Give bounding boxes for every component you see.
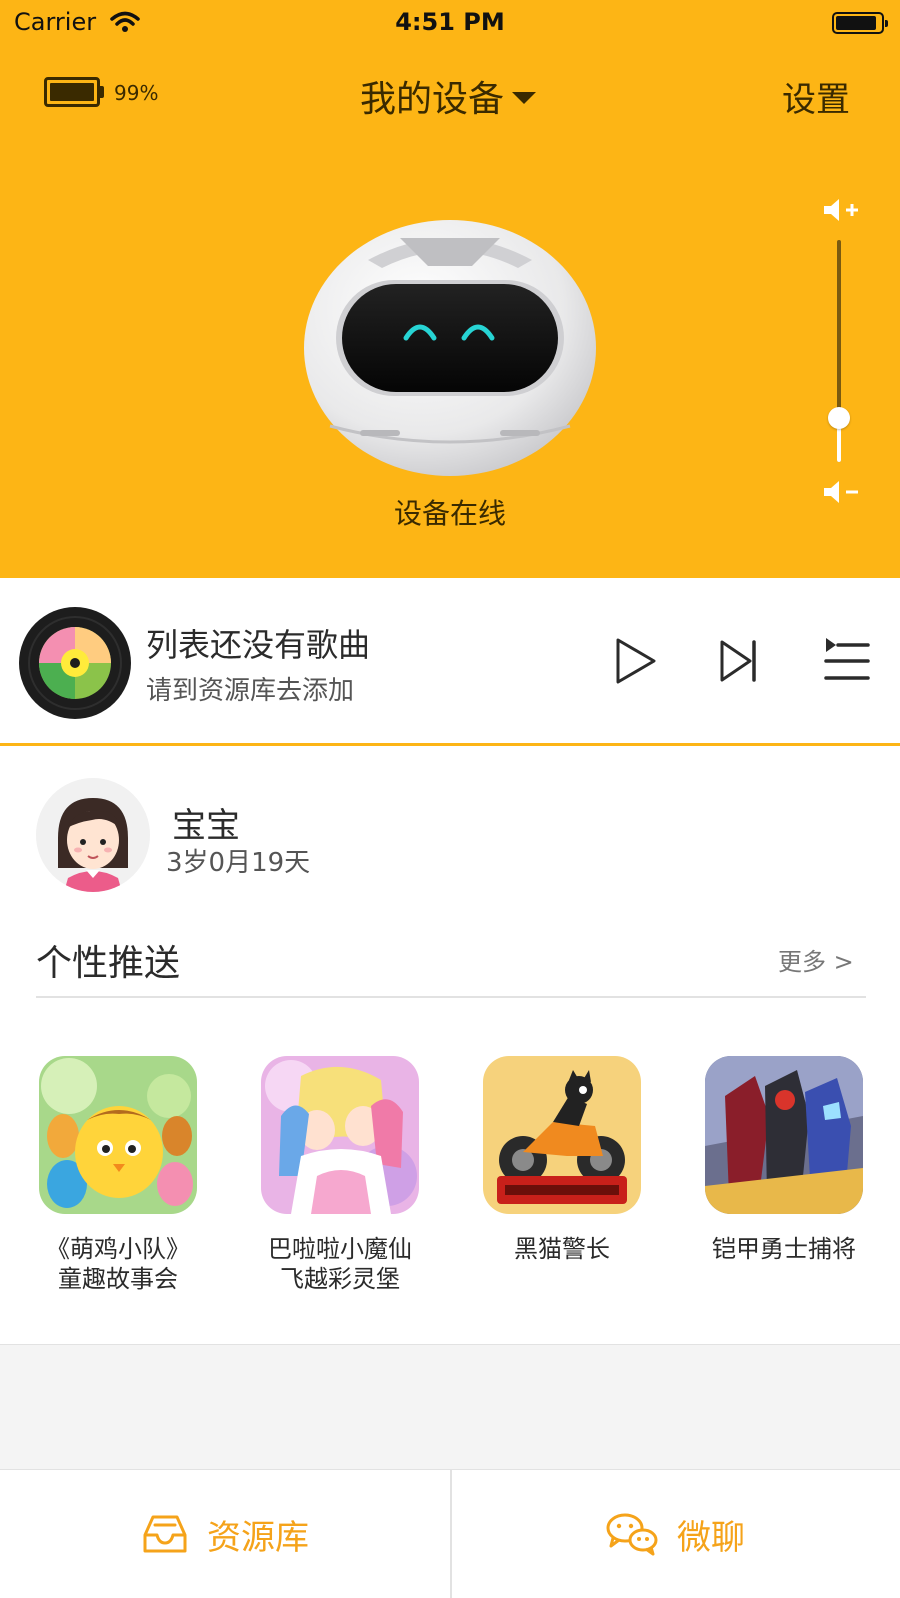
cover-image-armor-heroes [705,1056,863,1214]
player-subtitle: 请到资源库去添加 [146,676,355,706]
cover-image-chicks [39,1056,197,1214]
nav-bar: 99% 我的设备 设置 [0,60,900,126]
recommend-card-2[interactable]: 巴啦啦小魔仙 飞越彩灵堡 [250,1056,430,1294]
playlist-icon[interactable] [814,628,874,694]
cover-image-magic-fairy [261,1056,419,1214]
recommend-card-4[interactable]: 铠甲勇士捕将 [694,1056,874,1264]
recommend-card-1[interactable]: 《萌鸡小队》 童趣故事会 [28,1056,208,1294]
device-battery-icon [44,77,100,107]
tab-resource-library[interactable]: 资源库 [0,1470,450,1598]
clock: 4:51 PM [395,8,505,36]
caret-down-icon [512,92,537,104]
player-title: 列表还没有歌曲 [146,626,371,664]
section-divider [36,996,866,998]
more-link[interactable]: 更多 > [778,942,854,977]
recommend-card-1-label: 《萌鸡小队》 童趣故事会 [46,1235,190,1293]
robot-device-image [304,220,596,476]
spacer-band [0,1344,900,1470]
recommend-card-3[interactable]: 黑猫警长 [472,1056,652,1264]
recommend-card-4-label: 铠甲勇士捕将 [712,1235,856,1263]
wechat-chat-icon [606,1513,658,1556]
settings-button[interactable]: 设置 [782,72,850,121]
device-battery-tip [100,86,104,98]
device-online-status: 设备在线 [393,497,506,530]
recommend-section-title: 个性推送 [36,943,181,984]
phone-battery-icon [832,12,888,34]
child-avatar[interactable] [36,778,150,892]
recommend-card-3-label: 黑猫警长 [514,1235,610,1263]
child-age: 3岁0月19天 [166,848,311,878]
device-battery-percent: 99% [114,81,159,105]
album-disc-image [19,607,131,719]
tab-resource-library-label: 资源库 [207,1517,309,1558]
volume-slider-knob[interactable] [828,406,850,429]
inbox-tray-icon [143,1515,187,1553]
recommend-card-2-label: 巴啦啦小魔仙 飞越彩灵堡 [268,1235,412,1293]
device-header: Carrier 4:51 PM 99% 我的设备 设置 设备在线 [0,0,900,578]
tab-bar: 资源库 微聊 [0,1470,900,1598]
device-selector[interactable]: 我的设备 [360,70,537,122]
volume-down-icon[interactable] [822,478,862,506]
tab-wechat-label: 微聊 [677,1517,745,1558]
play-icon[interactable] [606,628,666,694]
next-track-icon[interactable] [710,628,770,694]
device-battery-fill [50,83,94,101]
tab-wechat[interactable]: 微聊 [450,1470,900,1598]
cover-image-black-cat [483,1056,641,1214]
volume-up-icon[interactable] [822,196,862,224]
music-player-bar: 列表还没有歌曲 请到资源库去添加 [0,578,900,746]
child-name: 宝宝 [172,806,240,846]
device-selector-label: 我的设备 [360,79,505,120]
status-bar: Carrier 4:51 PM [0,0,900,46]
